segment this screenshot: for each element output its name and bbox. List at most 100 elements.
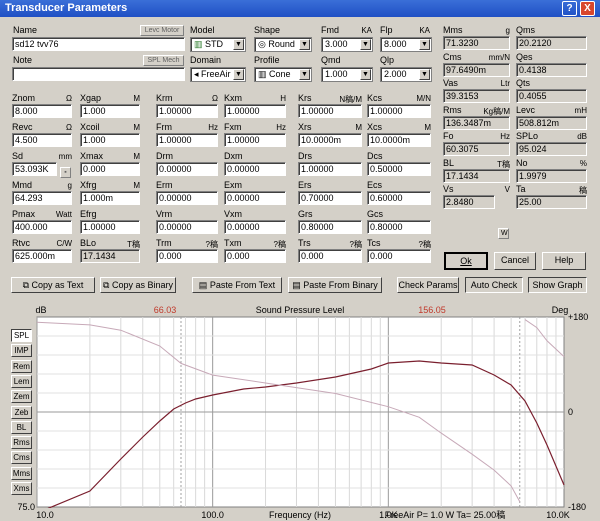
paste-from-binary-button[interactable]: ▤ Paste From Binary xyxy=(288,277,382,293)
vxm-field[interactable]: 0.00000 xyxy=(224,220,286,234)
xgap-field[interactable]: 1.000 xyxy=(80,104,140,118)
tab-mms[interactable]: Mms xyxy=(11,466,32,480)
levc-motor-button[interactable]: Levc Motor xyxy=(140,25,184,36)
rms-field[interactable]: 136.3487m xyxy=(443,115,510,130)
txm-field[interactable]: 0.000 xyxy=(224,249,286,263)
vs-unit: V xyxy=(504,185,510,194)
fxm-field[interactable]: 1.00000 xyxy=(224,133,286,147)
window-title: Transducer Parameters xyxy=(5,2,128,14)
exm-field[interactable]: 0.00000 xyxy=(224,191,286,205)
gcs-field[interactable]: 0.80000 xyxy=(367,220,431,234)
drs-field[interactable]: 1.00000 xyxy=(298,162,362,176)
trm-field[interactable]: 0.000 xyxy=(156,249,218,263)
vrm-field[interactable]: 0.00000 xyxy=(156,220,218,234)
tcs-label: Tcs xyxy=(367,238,381,248)
tab-xms[interactable]: Xms xyxy=(11,482,32,495)
erm-field[interactable]: 0.00000 xyxy=(156,191,218,205)
copy-as-binary-button[interactable]: ⧉ Copy as Binary xyxy=(100,277,176,293)
vs-field[interactable]: 2.8480 xyxy=(443,195,495,209)
mmd-field[interactable]: 64.293 xyxy=(12,191,72,205)
qes-field[interactable]: 0.4138 xyxy=(516,62,587,77)
efrg-field[interactable]: 1.00000 xyxy=(80,220,140,234)
flp-select[interactable]: 8.000 ▼ xyxy=(380,37,432,52)
krs-field[interactable]: 1.00000 xyxy=(298,104,362,118)
close-title-button[interactable]: X xyxy=(580,1,595,16)
show-graph-toggle[interactable]: Show Graph xyxy=(528,277,587,293)
profile-value: Cone xyxy=(269,69,291,79)
tab-spl[interactable]: SPL xyxy=(11,329,32,342)
dcs-field[interactable]: 0.50000 xyxy=(367,162,431,176)
grs-field[interactable]: 0.80000 xyxy=(298,220,362,234)
revc-field[interactable]: 4.500 xyxy=(12,133,72,147)
qlp-value: 2.000 xyxy=(384,69,407,79)
qlp-select[interactable]: 2.000 ▼ xyxy=(380,67,432,82)
qmd-select[interactable]: 1.000 ▼ xyxy=(321,67,373,82)
bl-field[interactable]: 17.1434 xyxy=(443,168,510,183)
name-field[interactable]: sd12 tvv76 xyxy=(12,37,185,51)
vs-watt-toggle[interactable]: W xyxy=(498,228,509,239)
tab-rem[interactable]: Rem xyxy=(11,359,32,373)
krm-field[interactable]: 1.00000 xyxy=(156,104,218,118)
spl-mech-button[interactable]: SPL Mech xyxy=(143,55,184,66)
model-icon: ▥ xyxy=(194,39,203,49)
sd-shape-button[interactable]: ▪ xyxy=(60,167,71,178)
ta-field[interactable]: 25.00 xyxy=(516,195,587,209)
sd-unit: mm xyxy=(58,152,72,161)
no-field[interactable]: 1.9979 xyxy=(516,168,587,183)
fo-field[interactable]: 60.3075 xyxy=(443,142,510,156)
note-field[interactable] xyxy=(12,67,185,81)
xcoil-label: Xcoil xyxy=(80,122,100,132)
help-title-button[interactable]: ? xyxy=(562,1,577,16)
qms-field[interactable]: 20.2120 xyxy=(516,36,587,50)
paste-from-text-button[interactable]: ▤ Paste From Text xyxy=(192,277,282,293)
ecs-field[interactable]: 0.60000 xyxy=(367,191,431,205)
drm-field[interactable]: 0.00000 xyxy=(156,162,218,176)
ok-button[interactable]: Ok xyxy=(444,252,488,270)
shape-select[interactable]: ◎ Round ▼ xyxy=(254,37,312,52)
name-label: Name xyxy=(13,25,38,35)
tcs-field[interactable]: 0.000 xyxy=(367,249,431,263)
rms-label: Rms xyxy=(443,104,462,115)
qms-label: Qms xyxy=(516,25,535,35)
profile-select[interactable]: ▥ Cone ▼ xyxy=(254,67,312,82)
fmd-select[interactable]: 3.000 ▼ xyxy=(321,37,373,52)
blo-field[interactable]: 17.1434 xyxy=(80,249,140,263)
kxm-field[interactable]: 1.00000 xyxy=(224,104,286,118)
domain-select[interactable]: ◂ FreeAir ▼ xyxy=(190,67,246,82)
frm-field[interactable]: 1.00000 xyxy=(156,133,218,147)
xrs-field[interactable]: 10.0000m xyxy=(298,133,362,147)
ers-field[interactable]: 0.70000 xyxy=(298,191,362,205)
tab-imp[interactable]: IMP xyxy=(11,344,32,358)
mms-field[interactable]: 71.3230 xyxy=(443,36,510,50)
tab-lem[interactable]: Lem xyxy=(11,374,32,388)
check-params-button[interactable]: Check Params xyxy=(397,277,459,293)
auto-check-toggle[interactable]: Auto Check xyxy=(465,277,523,293)
levc-field[interactable]: 508.812m xyxy=(516,115,587,130)
tab-zem[interactable]: Zem xyxy=(11,390,32,404)
tab-bl[interactable]: BL xyxy=(11,420,32,434)
xfrg-field[interactable]: 1.000m xyxy=(80,191,140,205)
pmax-field[interactable]: 400.000 xyxy=(12,220,72,234)
x-tick-label: 100.0 xyxy=(201,510,224,520)
tab-cms[interactable]: Cms xyxy=(11,451,32,465)
tab-zeb[interactable]: Zeb xyxy=(11,405,32,419)
sd-field[interactable]: 53.093K xyxy=(12,162,57,176)
model-select[interactable]: ▥ STD ▼ xyxy=(190,37,246,52)
cms-field[interactable]: 97.6490m xyxy=(443,62,510,77)
xcs-field[interactable]: 10.0000m xyxy=(367,133,431,147)
qts-field[interactable]: 0.4055 xyxy=(516,89,587,103)
xmax-field[interactable]: 0.000 xyxy=(80,162,140,176)
znom-field[interactable]: 8.000 xyxy=(12,104,72,118)
dxm-field[interactable]: 0.00000 xyxy=(224,162,286,176)
help-button[interactable]: Help xyxy=(542,252,586,270)
model-value: STD xyxy=(205,39,224,49)
rtvc-field[interactable]: 625.000m xyxy=(12,249,72,263)
cancel-button[interactable]: Cancel xyxy=(494,252,536,270)
splo-field[interactable]: 95.024 xyxy=(516,142,587,156)
kcs-field[interactable]: 1.00000 xyxy=(367,104,431,118)
vas-field[interactable]: 39.3153 xyxy=(443,89,510,103)
trs-field[interactable]: 0.000 xyxy=(298,249,362,263)
xcoil-field[interactable]: 1.000 xyxy=(80,133,140,147)
tab-rms[interactable]: Rms xyxy=(11,436,32,450)
copy-as-text-button[interactable]: ⧉ Copy as Text xyxy=(11,277,95,293)
